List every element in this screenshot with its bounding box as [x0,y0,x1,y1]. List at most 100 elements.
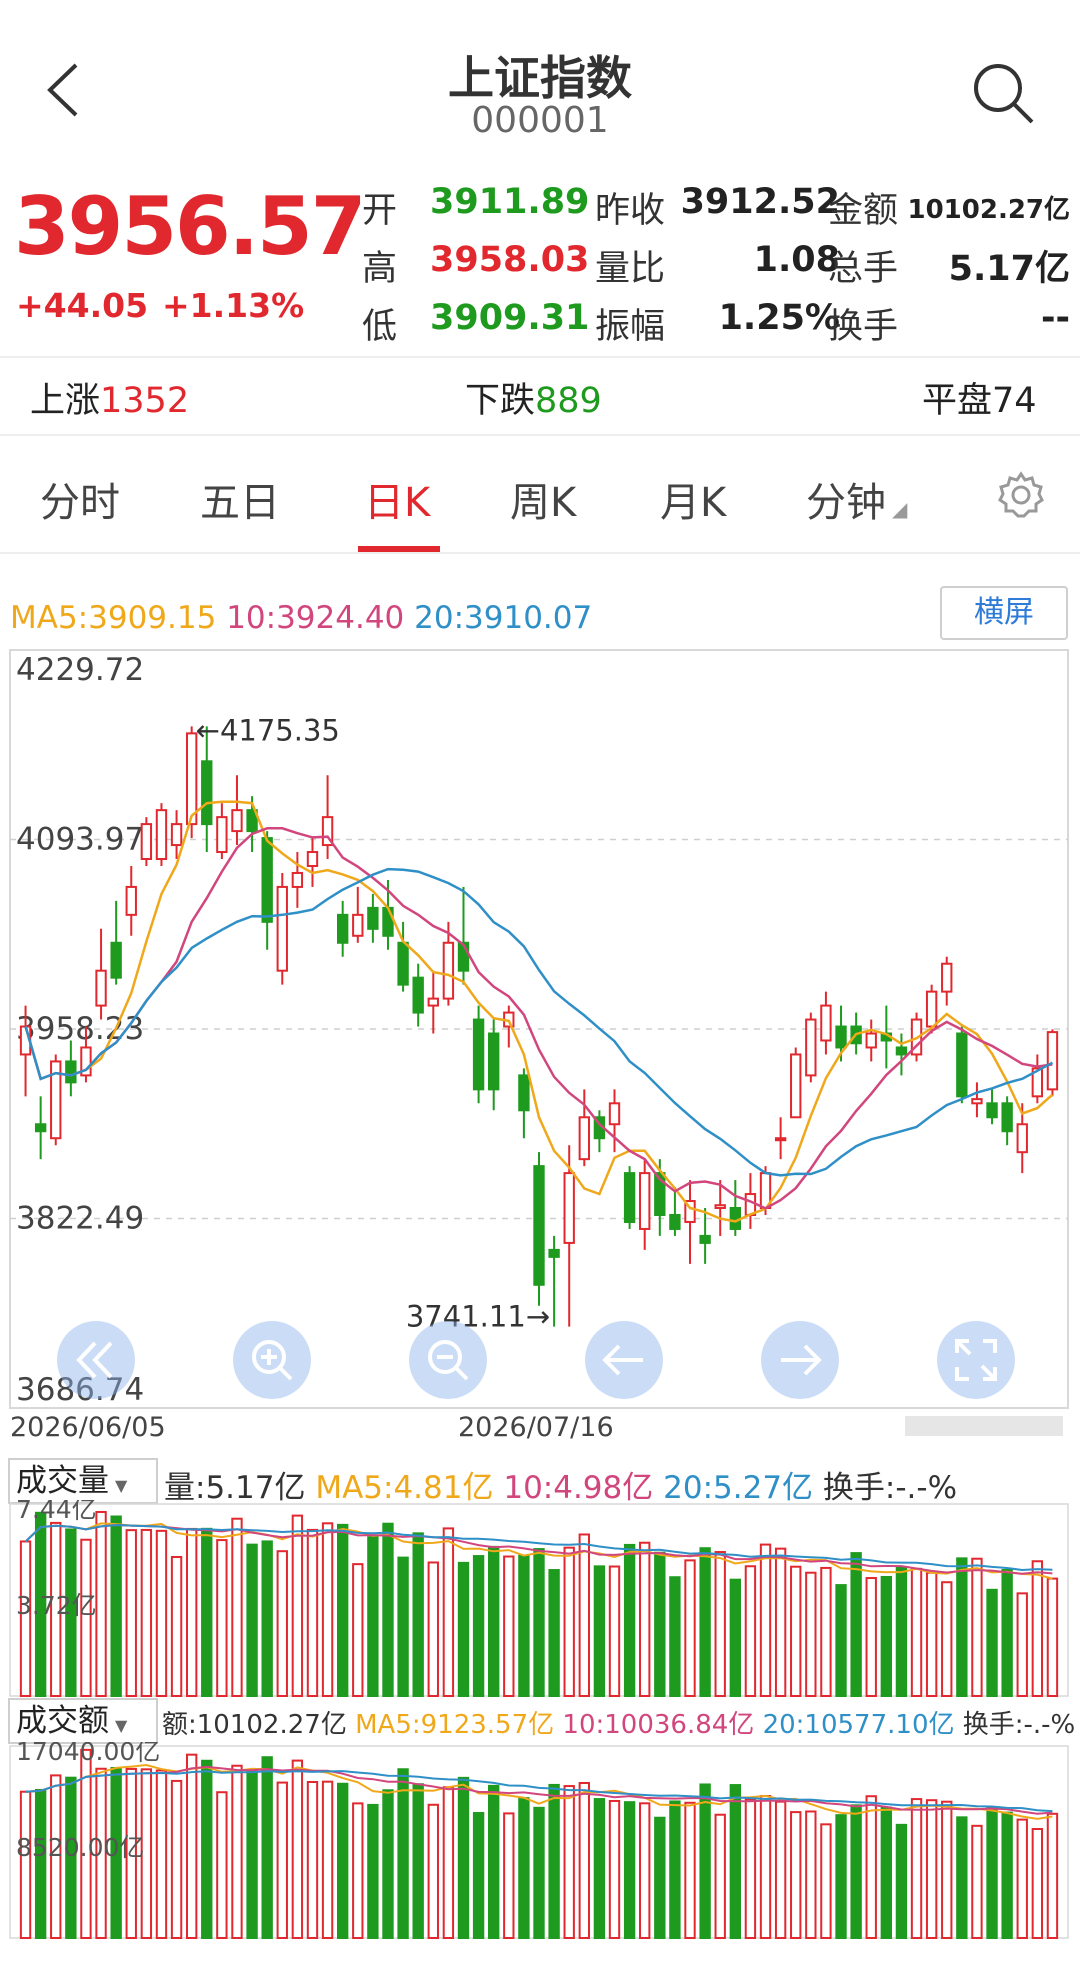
candle-body [291,871,304,888]
volume-bar [623,1801,636,1940]
quote-label: 高 [362,249,398,289]
scroll-right-button[interactable] [761,1321,839,1399]
x-tick-label: 2026/06/05 [10,1412,166,1440]
volume-bar [140,1528,153,1697]
volume-bar [518,1554,530,1697]
candle-body [805,1018,817,1077]
volume-bar [367,1536,379,1697]
volume-bar [412,1532,424,1698]
panel-y-tick: 3.72亿 [16,1591,97,1620]
volume-bar [744,1565,757,1697]
ma10-value: 10:3924.40 [226,600,405,636]
candle-body [548,1248,560,1258]
quote-label: 开 [362,191,398,231]
candle-body [140,823,153,861]
volume-bar [729,1578,742,1697]
volume-bar [216,1539,228,1697]
quote-value: -- [1040,298,1070,338]
volume-bar [306,1780,319,1939]
volume-bar [910,1798,923,1939]
volume-bar [1001,1811,1013,1939]
volume-bar [518,1797,530,1939]
volume-bar [367,1803,379,1939]
search-button[interactable] [968,58,1038,128]
volume-bar [880,1806,893,1939]
volume-bar [835,1814,847,1939]
volume-bar [488,1784,500,1939]
volume-bar [352,1802,364,1939]
volume-bar [457,1561,470,1698]
amount-ma20: 20:10577.10亿 [762,1710,955,1740]
volume-bar [805,1571,817,1697]
zoom-in-button[interactable] [233,1321,311,1399]
tab-weekly-k[interactable]: 周K [510,470,576,528]
volume-bar [744,1798,757,1939]
unchanged-count: 74 [992,381,1037,421]
tab-minute[interactable]: 分钟 ◢ [806,470,907,528]
volume-bar [608,1799,621,1940]
candle-body [427,997,439,1007]
volume-bar [941,1800,953,1940]
divider [0,356,1080,358]
volume-bar [1016,1818,1028,1939]
candle-body [276,885,288,972]
tab-daily-k[interactable]: 日K [364,470,430,528]
volume-bar [472,1555,485,1697]
candle-body [1046,1031,1059,1091]
volume-bar [986,1588,998,1697]
volume-selector[interactable]: 成交量 ▼ [8,1458,158,1504]
landscape-button[interactable]: 横屏 [940,586,1068,640]
price-change: +44.05 [16,286,149,325]
quote-value: 3911.89 [430,182,590,222]
volume-bar [578,1781,590,1939]
zoom-out-button[interactable] [409,1321,487,1399]
volume-bar [306,1528,319,1697]
volume-bar [1016,1592,1028,1697]
candle-body [820,1004,832,1042]
scroll-left-button[interactable] [585,1321,663,1399]
divider [0,434,1080,436]
fullscreen-icon [955,1339,997,1381]
x-tick-label: 2026/07/16 [458,1412,614,1440]
page-title: 上证指数 [448,51,632,105]
candle-body [201,760,213,826]
candle-body [956,1032,968,1098]
candle-body [397,941,409,986]
candle-body [488,1032,500,1091]
settings-button[interactable] [996,470,1046,520]
y-tick-label: 3958.23 [16,1011,144,1047]
volume-bar [971,1557,983,1698]
volume-bar [185,1753,198,1939]
tab-five-day[interactable]: 五日 [200,470,280,528]
advancers-count: 1352 [100,381,190,421]
volume-bar [231,1764,243,1939]
amount-value: 额:10102.27亿 [162,1710,347,1740]
candle-body [941,962,953,993]
candle-body [412,976,424,1014]
amount-selector[interactable]: 成交额 ▼ [8,1698,158,1744]
quote-value: 5.17亿 [948,249,1070,289]
volume-bar [639,1802,651,1940]
high-annotation: ←4175.35 [196,713,340,747]
volume-bar [185,1527,198,1697]
caret-down-icon: ◢ [892,497,908,521]
candle-body [578,1116,590,1161]
tab-monthly-k[interactable]: 月K [660,470,726,528]
volume-bar [774,1800,787,1939]
volume-bar [95,1510,107,1697]
volume-bar [382,1522,394,1698]
volume-bar [216,1791,228,1939]
scroll-start-button[interactable] [57,1321,135,1399]
candlestick-chart[interactable]: 4229.724093.973958.233822.493686.74←4175… [0,640,1080,1440]
fullscreen-button[interactable] [937,1321,1015,1399]
stock-code: 000001 [471,100,609,141]
candle-body [352,913,364,937]
volume-bar [805,1810,817,1939]
candle-body [533,1165,545,1286]
tab-intraday[interactable]: 分时 [40,470,120,528]
volume-bar [684,1559,696,1697]
volume-bar [895,1823,908,1939]
gear-icon [998,471,1044,518]
y-tick-label: 4229.72 [16,652,144,688]
volume-bar [925,1799,938,1940]
